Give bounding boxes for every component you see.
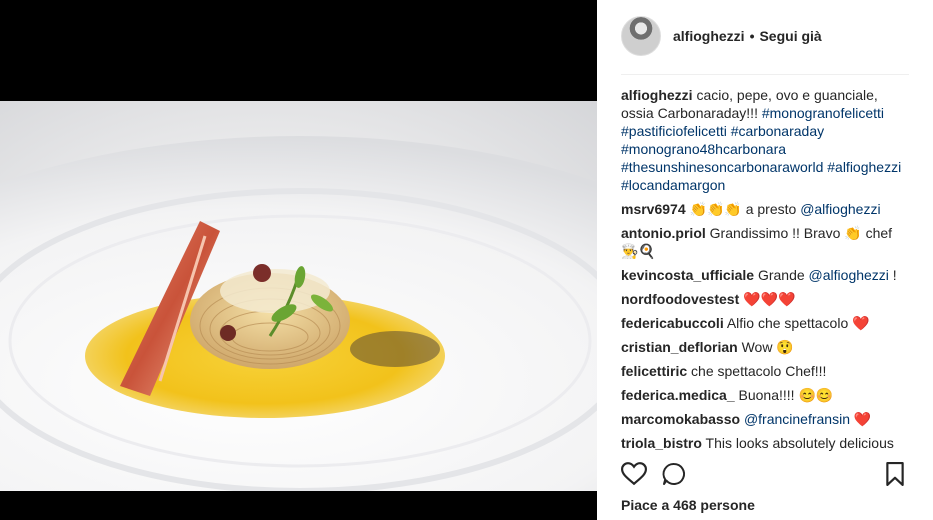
comment-text-suffix: ! xyxy=(888,267,897,283)
comment-item: alfioghezzi cacio, pepe, ovo e guanciale… xyxy=(621,86,913,194)
post-media xyxy=(0,0,597,520)
post-photo[interactable] xyxy=(0,101,597,491)
comment-username[interactable]: kevincosta_ufficiale xyxy=(621,267,754,283)
comment-item: kevincosta_ufficiale Grande @alfioghezzi… xyxy=(621,266,913,284)
comment-username[interactable]: alfioghezzi xyxy=(621,87,693,103)
avatar[interactable] xyxy=(621,16,661,56)
comment-item: federica.medica_ Buona!!!! 😊😊 xyxy=(621,386,913,404)
comment-text: ❤️❤️❤️ xyxy=(739,291,796,307)
likes-count[interactable]: Piace a 468 persone xyxy=(621,497,755,513)
comment-hashtag-link[interactable]: @francinefransin xyxy=(744,411,850,427)
comment-text: This looks absolutely delicious xyxy=(701,435,894,451)
carbonara-dish-image xyxy=(0,136,597,491)
comment-item: felicettiric che spettacolo Chef!!! xyxy=(621,362,913,380)
header-separator: • xyxy=(749,28,755,44)
comment-username[interactable]: federica.medica_ xyxy=(621,387,735,403)
comment-item: federicabuccoli Alfio che spettacolo ❤️ xyxy=(621,314,913,332)
action-bar xyxy=(620,462,913,491)
comment-item: antonio.priol Grandissimo !! Bravo 👏 che… xyxy=(621,224,913,260)
comments-list: alfioghezzi cacio, pepe, ovo e guanciale… xyxy=(621,86,913,458)
comment-item: marcomokabasso @francinefransin ❤️ xyxy=(621,410,913,428)
post-header: alfioghezzi • Segui già xyxy=(621,15,822,57)
comment-username[interactable]: marcomokabasso xyxy=(621,411,740,427)
comment-username[interactable]: antonio.priol xyxy=(621,225,706,241)
comment-hashtag-link[interactable]: @alfioghezzi xyxy=(800,201,880,217)
header-divider xyxy=(621,74,909,75)
comment-username[interactable]: cristian_deflorian xyxy=(621,339,738,355)
comment-text: Buona!!!! 😊😊 xyxy=(734,387,834,403)
comment-hashtag-link[interactable]: @alfioghezzi xyxy=(809,267,889,283)
comment-icon[interactable] xyxy=(661,462,687,491)
comment-text: Grande xyxy=(754,267,809,283)
comment-item: nordfoodovestest ❤️❤️❤️ xyxy=(621,290,913,308)
follow-status-button[interactable]: Segui già xyxy=(759,28,821,44)
comment-username[interactable]: triola_bistro xyxy=(621,435,702,451)
header-username[interactable]: alfioghezzi xyxy=(673,28,745,44)
comment-username[interactable]: msrv6974 xyxy=(621,201,686,217)
bookmark-icon[interactable] xyxy=(885,462,905,491)
post-sidebar: alfioghezzi • Segui già alfioghezzi caci… xyxy=(597,0,933,520)
comment-username[interactable]: nordfoodovestest xyxy=(621,291,739,307)
heart-icon[interactable] xyxy=(620,462,648,491)
comment-text: 👏👏👏 a presto xyxy=(685,201,801,217)
comment-text: Alfio che spettacolo ❤️ xyxy=(723,315,870,331)
comment-username[interactable]: federicabuccoli xyxy=(621,315,724,331)
comment-item: cristian_deflorian Wow 😲 xyxy=(621,338,913,356)
comment-text: che spettacolo Chef!!! xyxy=(687,363,827,379)
comment-username[interactable]: felicettiric xyxy=(621,363,687,379)
comment-item: triola_bistro This looks absolutely deli… xyxy=(621,434,913,452)
comment-text: Wow 😲 xyxy=(737,339,794,355)
comment-item: msrv6974 👏👏👏 a presto @alfioghezzi xyxy=(621,200,913,218)
comment-text-suffix: ❤️ xyxy=(850,411,872,427)
